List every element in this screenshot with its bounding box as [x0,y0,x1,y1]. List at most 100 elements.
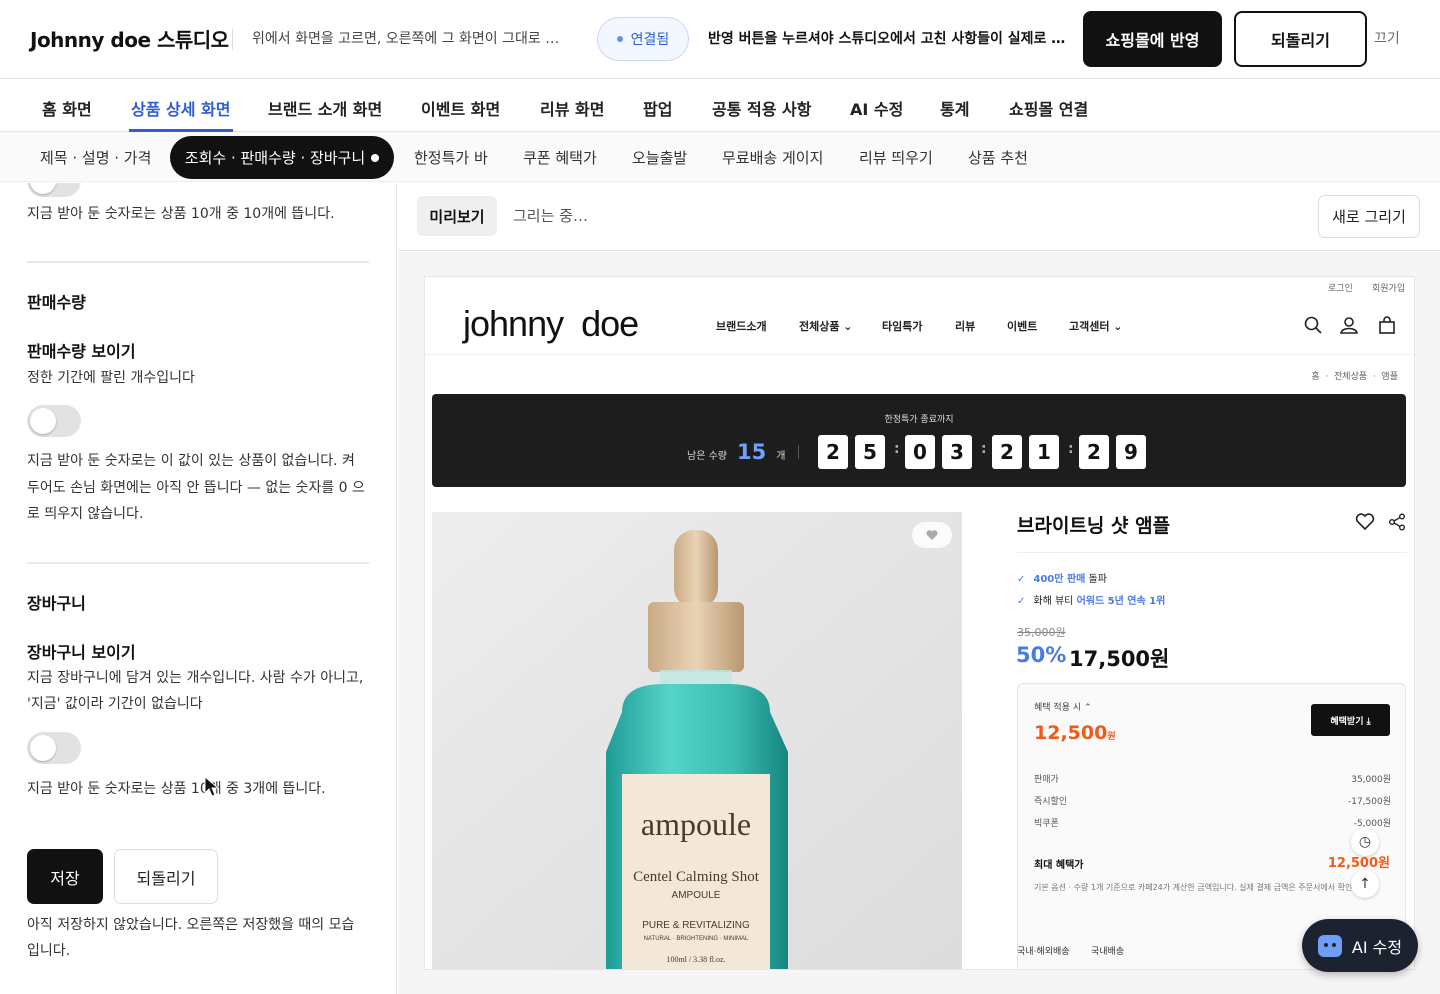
label-tagline2-text: NATURAL · BRIGHTENING · MINIMAL [644,936,749,942]
countdown-colon: : [1068,441,1074,457]
login-link[interactable]: 로그인 [1328,281,1353,294]
get-benefit-button[interactable]: 혜택받기 ⤓ [1311,704,1390,736]
main-tab-brand[interactable]: 브랜드 소개 화면 [268,96,382,120]
main-tab-home[interactable]: 홈 화면 [42,96,92,120]
bag-icon[interactable] [1377,315,1397,335]
product-image: ampoule Centel Calming Shot AMPOULE PURE… [432,512,962,969]
label-brand-text: ampoule [641,806,751,842]
label-tagline-text: PURE & REVITALIZING [642,920,750,931]
wishlist-heart-icon[interactable] [1355,513,1375,531]
redraw-button[interactable]: 새로 그리기 [1318,195,1420,238]
toggle-knob [30,183,56,194]
user-icon[interactable] [1339,315,1359,335]
top-bar: Johnny doe 스튜디오 위에서 화면을 고르면, 오른쪽에 그 화면이 … [0,0,1440,79]
sales-badge: ✓ 400만 판매 돌파 [1017,570,1107,585]
benefit-row-value: 35,000원 [1351,775,1391,785]
main-tab-review[interactable]: 리뷰 화면 [540,96,604,120]
main-tab-popup[interactable]: 팝업 [643,96,672,120]
main-tab-shop-connect[interactable]: 쇼핑몰 연결 [1009,96,1088,120]
mouse-cursor-icon [204,776,220,797]
panel-revert-button[interactable]: 되돌리기 [114,849,218,904]
shop-menu-all[interactable]: 전체상품 ⌄ [799,318,853,334]
sub-tab-views-sales-cart[interactable]: 조회수 · 판매수량 · 장바구니 [170,136,394,179]
toggle-knob [30,735,56,761]
apply-hint: 반영 버튼을 누르셔야 스튜디오에서 고친 사항들이 실제로 … [708,31,1066,47]
ai-edit-floating-button[interactable]: AI 수정 [1302,919,1418,972]
sales-section-title: 판매수량 [27,293,86,312]
preview-tab[interactable]: 미리보기 [417,196,497,236]
drawing-status: 그리는 중… [513,207,588,225]
award-badge-text: 화해 뷰티 [1033,596,1074,607]
main-nav: 홈 화면 상품 상세 화면 브랜드 소개 화면 이벤트 화면 리뷰 화면 팝업 … [0,80,1440,132]
stock-label: 남은 수량 [687,451,727,462]
breadcrumb: 홈 · 전체상품 · 앰플 [1311,372,1398,382]
sub-tab-limited-bar[interactable]: 한정특가 바 [414,147,488,168]
sales-note-3: 로 띄우지 않습니다. [27,506,144,522]
share-icon[interactable] [1388,513,1406,531]
join-link[interactable]: 회원가입 [1372,281,1405,294]
shop-menu-review[interactable]: 리뷰 [955,318,975,334]
cart-toggle-desc-1: 지금 장바구니에 담겨 있는 개수입니다. 사람 수가 아니고, [27,670,364,686]
shop-menu-brand[interactable]: 브랜드소개 [716,318,767,334]
sub-tab-review-float[interactable]: 리뷰 띄우기 [859,147,933,168]
product-title: 브라이트닝 샷 앰플 [1017,515,1171,537]
connection-status-label: 연결됨 [630,32,670,48]
main-tab-event[interactable]: 이벤트 화면 [421,96,500,120]
shipping-option[interactable]: 국내배송 [1091,944,1124,957]
sales-badge-text: 돌파 [1088,574,1107,585]
connection-status-badge: 연결됨 [597,17,689,61]
sales-toggle[interactable] [27,405,81,437]
sub-tab-coupon-price[interactable]: 쿠폰 혜택가 [523,147,597,168]
countdown-colon: : [981,441,987,457]
sub-tab-label: 조회수 · 판매수량 · 장바구니 [184,149,366,167]
cart-toggle-desc-2: '지금' 값이라 기간이 없습니다 [27,696,203,712]
screen-select-hint: 위에서 화면을 고르면, 오른쪽에 그 화면이 그대로 … [252,31,560,47]
sub-tab-title-desc-price[interactable]: 제목 · 설명 · 가격 [40,147,151,168]
stock-unit: 개 [776,451,786,462]
views-note: 지금 받아 둔 숫자로는 상품 10개 중 10개에 뜹니다. [27,206,335,222]
save-button[interactable]: 저장 [27,849,103,904]
label-volume-text: 100ml / 3.38 fl.oz. [666,955,725,964]
shop-preview: 로그인 회원가입 johnny doe 브랜드소개 전체상품 ⌄ 타임특가 리뷰… [425,277,1414,969]
wishlist-heart-pill[interactable] [912,522,952,548]
shop-menu-cs[interactable]: 고객센터 ⌄ [1069,318,1123,334]
main-tab-stats[interactable]: 통계 [940,96,969,120]
status-dot-icon [616,36,623,42]
header-divider [425,354,1414,355]
views-toggle[interactable] [27,183,81,197]
scroll-top-icon[interactable]: ↑ [1351,870,1379,898]
discount-percent: 50% [1016,643,1067,667]
shipping-option[interactable]: 국내·해외배송 [1017,944,1070,957]
preview-toolbar: 미리보기 그리는 중… 새로 그리기 [398,183,1440,251]
benefit-price-value: 12,500 [1034,722,1108,744]
shop-logo[interactable]: johnny doe [463,303,639,345]
countdown-title: 한정특가 종료까지 [884,415,954,425]
benefit-row-name: 빅쿠폰 [1034,819,1059,829]
cart-section-title: 장바구니 [27,594,86,613]
search-icon[interactable] [1303,315,1323,335]
award-badge-highlight: 어워드 5년 연속 1위 [1076,596,1166,607]
apply-to-shop-button[interactable]: 쇼핑몰에 반영 [1083,11,1222,67]
history-icon[interactable]: ◷ [1351,828,1379,856]
revert-button[interactable]: 되돌리기 [1234,11,1367,67]
unsaved-dot-icon [371,153,380,162]
benefit-label[interactable]: 혜택 적용 시 ⌃ [1034,700,1092,713]
shop-menu-timedeal[interactable]: 타임특가 [882,318,922,334]
turn-off-button[interactable]: 끄기 [1374,28,1400,48]
sale-price: 17,500원 [1069,647,1170,671]
cart-toggle[interactable] [27,732,81,764]
main-tab-ai-edit[interactable]: AI 수정 [850,96,903,120]
countdown-digit: 2 [818,435,848,469]
robot-icon [1317,934,1342,957]
award-badge: ✓ 화해 뷰티 어워드 5년 연속 1위 [1017,592,1165,607]
benefit-price: 12,500원 [1034,722,1116,744]
main-tab-product-detail[interactable]: 상품 상세 화면 [131,96,230,120]
main-tab-common[interactable]: 공통 적용 사항 [712,96,811,120]
shop-menu-event[interactable]: 이벤트 [1007,318,1037,334]
label-name-text: Centel Calming Shot [633,869,760,885]
original-price: 35,000원 [1017,626,1066,639]
sub-tab-free-ship-gauge[interactable]: 무료배송 게이지 [722,147,823,168]
sub-tab-today-ship[interactable]: 오늘출발 [632,147,687,168]
sub-tab-recommend[interactable]: 상품 추천 [968,147,1028,168]
heart-icon [926,530,938,540]
